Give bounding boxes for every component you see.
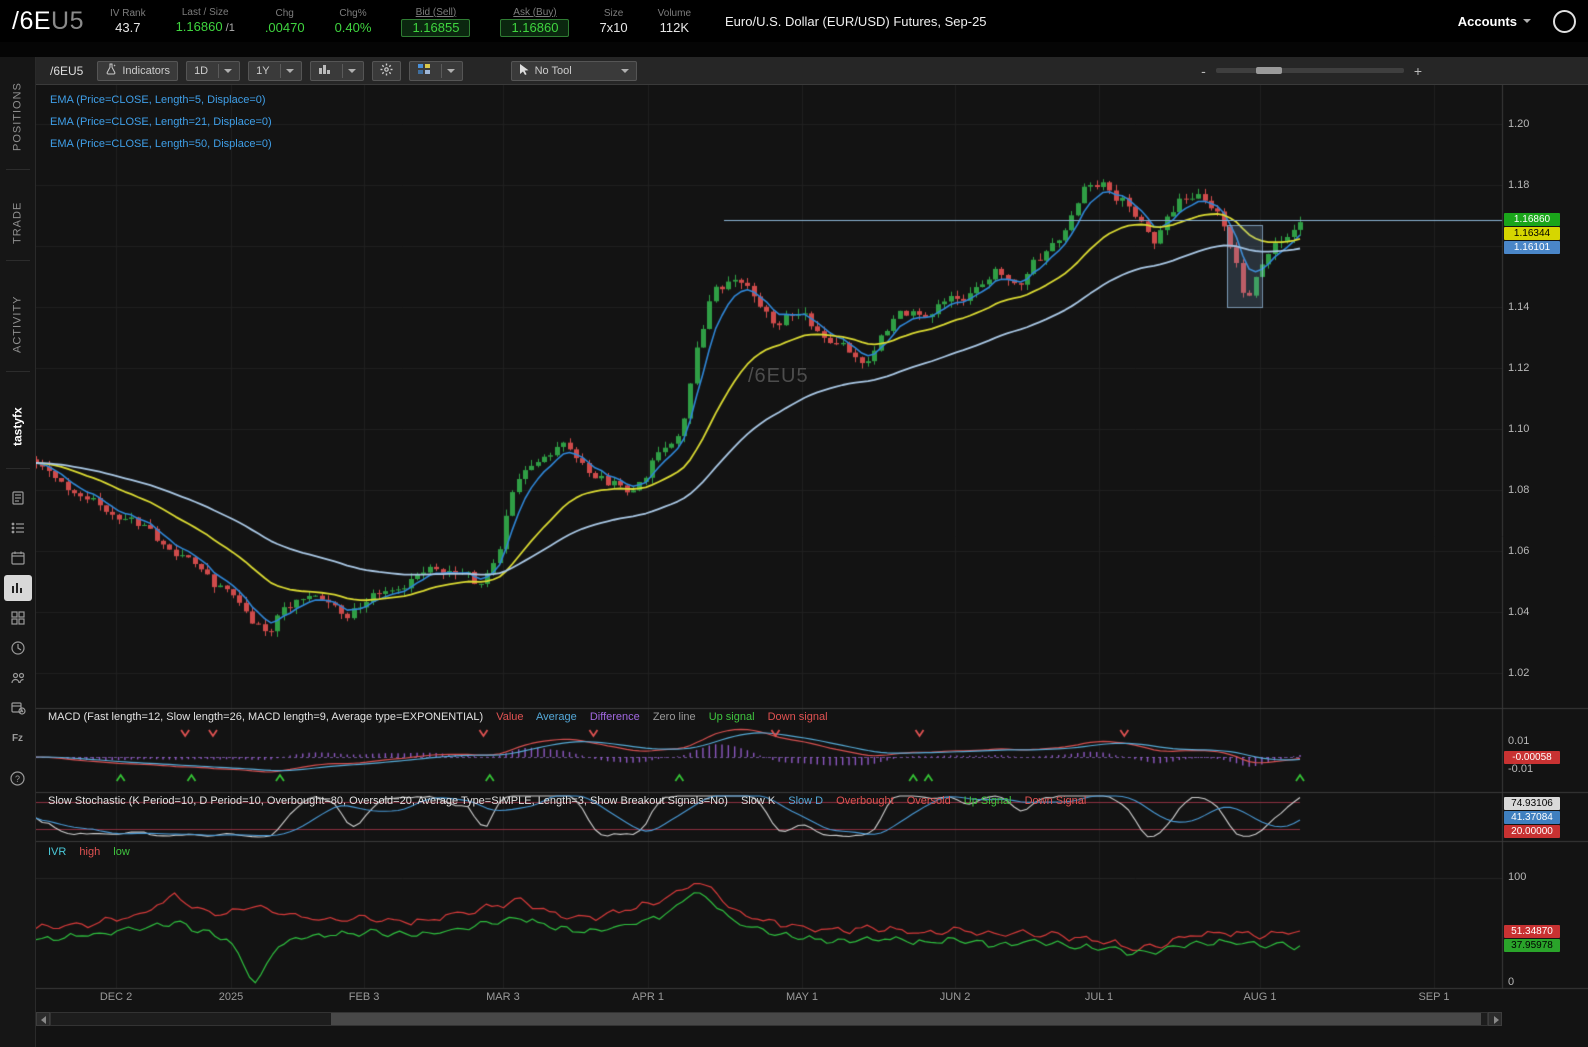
cursor-icon bbox=[519, 63, 530, 79]
price-chart-canvas[interactable] bbox=[36, 85, 1588, 1047]
symbol-title: /6EU5 bbox=[12, 7, 84, 36]
study-label-ema50[interactable]: EMA (Price=CLOSE, Length=50, Displace=0) bbox=[50, 133, 272, 155]
bar-chart-icon bbox=[318, 63, 332, 78]
contacts-icon[interactable] bbox=[4, 665, 32, 691]
chevron-down-icon bbox=[446, 68, 455, 73]
flask-icon bbox=[105, 63, 117, 78]
stochastic-study-label[interactable]: Slow Stochastic (K Period=10, D Period=1… bbox=[48, 795, 1096, 807]
contract-description: Euro/U.S. Dollar (EUR/USD) Futures, Sep-… bbox=[725, 13, 987, 29]
drawing-tool-select[interactable]: No Tool bbox=[510, 60, 637, 81]
chart-icon[interactable] bbox=[3, 575, 32, 601]
scrollbar-thumb[interactable] bbox=[331, 1013, 1481, 1025]
events-icon[interactable] bbox=[4, 695, 32, 721]
ivr-high-value-box: 51.34870 bbox=[1504, 925, 1560, 938]
svg-text:?: ? bbox=[15, 774, 20, 784]
field-iv-rank: IV Rank 43.7 bbox=[110, 7, 146, 35]
macd-axis-label: -0.01 bbox=[1508, 763, 1534, 775]
sidebar-tab-activity[interactable]: ACTIVITY bbox=[0, 283, 35, 365]
symbol-root: /6E bbox=[12, 6, 52, 35]
ivr-axis-label: 0 bbox=[1508, 976, 1515, 988]
range-select[interactable]: 1Y bbox=[248, 60, 302, 81]
timeframe-select[interactable]: 1D bbox=[186, 60, 241, 81]
accounts-button[interactable]: Accounts bbox=[1458, 14, 1531, 29]
ema50-value-box: 1.16101 bbox=[1504, 241, 1560, 254]
chart-watermark: /6EU5 bbox=[748, 365, 809, 387]
last-size-value: /1 bbox=[222, 22, 235, 34]
last-price-value: 1.16860 bbox=[175, 19, 223, 34]
stoch-oversold-value-box: 20.00000 bbox=[1504, 825, 1560, 838]
ask-button[interactable]: 1.16860 bbox=[500, 18, 570, 37]
chevron-down-icon bbox=[224, 68, 233, 73]
watchlist-icon[interactable] bbox=[4, 515, 32, 541]
study-label-ema5[interactable]: EMA (Price=CLOSE, Length=5, Displace=0) bbox=[50, 89, 272, 111]
ivr-axis-label: 100 bbox=[1508, 871, 1527, 883]
iv-rank-value: 43.7 bbox=[115, 19, 141, 35]
zoom-in-button[interactable]: + bbox=[1414, 63, 1422, 79]
chevron-down-icon bbox=[285, 68, 294, 73]
bid-button[interactable]: 1.16855 bbox=[401, 18, 471, 37]
calendar-icon[interactable] bbox=[4, 545, 32, 571]
field-volume: Volume 112K bbox=[657, 7, 692, 35]
zoom-out-button[interactable]: - bbox=[1201, 63, 1206, 79]
last-price-box: 1.16860 bbox=[1504, 213, 1560, 226]
study-label-ema21[interactable]: EMA (Price=CLOSE, Length=21, Displace=0) bbox=[50, 111, 272, 133]
macd-value-box: -0.00058 bbox=[1504, 751, 1560, 764]
zoom-control: - + bbox=[1201, 63, 1422, 79]
scroll-right-button[interactable] bbox=[1488, 1012, 1502, 1026]
left-sidebar: POSITIONS TRADE ACTIVITY tastyfx Fz ? bbox=[0, 57, 36, 1047]
header-divider bbox=[0, 42, 1588, 57]
scrollbar-track[interactable] bbox=[50, 1012, 1488, 1026]
macd-axis-label: 0.01 bbox=[1508, 735, 1530, 747]
scroll-left-button[interactable] bbox=[36, 1012, 50, 1026]
settings-button[interactable] bbox=[371, 60, 401, 81]
ivr-study-label[interactable]: IVR high low bbox=[48, 846, 140, 858]
account-status-icon[interactable] bbox=[1553, 9, 1576, 33]
ema21-value-box: 1.16344 bbox=[1504, 227, 1560, 240]
layout-grid-icon bbox=[417, 63, 431, 78]
header-bar: /6EU5 IV Rank 43.7 Last / Size 1.16860 /… bbox=[0, 0, 1588, 42]
field-ask: Ask (Buy) 1.16860 bbox=[500, 6, 570, 37]
chart-area: EMA (Price=CLOSE, Length=5, Displace=0) … bbox=[36, 85, 1588, 1047]
change-pct-value: 0.40% bbox=[334, 19, 372, 35]
stoch-k-value-box: 74.93106 bbox=[1504, 797, 1560, 810]
symbol-input[interactable]: /6EU5 bbox=[50, 64, 83, 78]
chevron-down-icon bbox=[1523, 19, 1531, 23]
help-icon[interactable]: ? bbox=[4, 765, 32, 791]
size-value: 7x10 bbox=[599, 19, 628, 35]
horizontal-scrollbar[interactable] bbox=[36, 1012, 1502, 1026]
volume-value: 112K bbox=[659, 19, 690, 35]
chevron-down-icon bbox=[620, 68, 629, 73]
field-size: Size 7x10 bbox=[599, 7, 628, 35]
field-chg-pct: Chg% 0.40% bbox=[334, 7, 372, 35]
notes-icon[interactable] bbox=[4, 485, 32, 511]
field-chg: Chg .00470 bbox=[264, 7, 305, 35]
field-bid: Bid (Sell) 1.16855 bbox=[401, 6, 471, 37]
field-last-size: Last / Size 1.16860 /1 bbox=[175, 7, 235, 34]
ivr-low-value-box: 37.95978 bbox=[1504, 939, 1560, 952]
zoom-slider-handle[interactable] bbox=[1255, 67, 1282, 74]
change-value: .00470 bbox=[264, 19, 305, 35]
layout-select[interactable] bbox=[408, 60, 463, 81]
indicators-button[interactable]: Indicators bbox=[97, 60, 179, 81]
sidebar-tab-positions[interactable]: POSITIONS bbox=[0, 71, 35, 163]
macd-study-label[interactable]: MACD (Fast length=12, Slow length=26, MA… bbox=[48, 711, 838, 723]
stoch-d-value-box: 41.37084 bbox=[1504, 811, 1560, 824]
sidebar-tab-tastyfx[interactable]: tastyfx bbox=[0, 392, 35, 462]
study-labels: EMA (Price=CLOSE, Length=5, Displace=0) … bbox=[50, 89, 272, 155]
chevron-down-icon bbox=[347, 68, 356, 73]
fx-icon[interactable]: Fz bbox=[4, 725, 32, 751]
symbol-month-code: U5 bbox=[51, 6, 84, 35]
history-icon[interactable] bbox=[4, 635, 32, 661]
grid-icon[interactable] bbox=[4, 605, 32, 631]
gear-icon bbox=[380, 63, 393, 79]
sidebar-tab-trade[interactable]: TRADE bbox=[0, 192, 35, 254]
chart-type-select[interactable] bbox=[309, 60, 364, 81]
chart-toolbar: /6EU5 Indicators 1D 1Y No Tool - + bbox=[36, 57, 1588, 85]
zoom-slider[interactable] bbox=[1215, 67, 1404, 74]
